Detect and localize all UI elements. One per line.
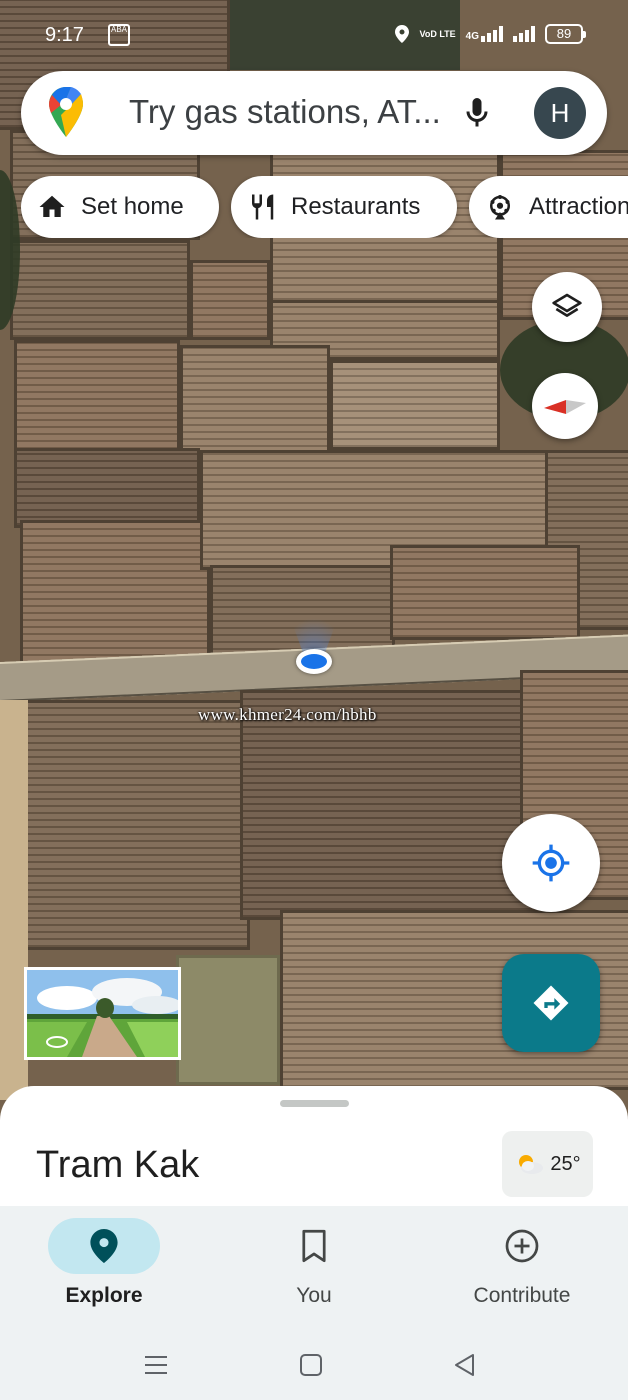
explore-pin-icon	[90, 1229, 118, 1263]
volte-icon: VoD LTE	[419, 28, 456, 39]
chip-label: Restaurants	[291, 193, 421, 220]
sheet-drag-handle[interactable]	[280, 1100, 349, 1107]
category-chips: Set home Restaurants Attractions	[21, 176, 628, 238]
map-field	[20, 700, 250, 950]
layers-button[interactable]	[532, 272, 602, 342]
watermark-text: www.khmer24.com/hbhb	[198, 705, 377, 724]
nav-you[interactable]: You	[224, 1218, 404, 1318]
chip-label: Set home	[81, 193, 184, 220]
status-time: 9:17	[45, 24, 84, 46]
status-bar: 9:17 ABA VoD LTE 4G 89	[0, 0, 628, 70]
chip-restaurants[interactable]: Restaurants	[231, 176, 457, 238]
directions-button[interactable]	[502, 954, 600, 1052]
battery-icon: 89	[545, 24, 586, 44]
microphone-icon[interactable]	[459, 93, 495, 133]
recent-apps-icon[interactable]	[141, 1350, 171, 1380]
place-title: Tram Kak	[36, 1144, 200, 1186]
bookmark-icon	[302, 1229, 326, 1263]
my-location-button[interactable]	[502, 814, 600, 912]
bottom-sheet[interactable]: Tram Kak 25°	[0, 1086, 628, 1216]
nav-explore[interactable]: Explore	[14, 1218, 194, 1318]
google-maps-logo-icon	[49, 87, 83, 137]
map-field	[190, 260, 270, 340]
chip-set-home[interactable]: Set home	[21, 176, 219, 238]
status-icons: VoD LTE 4G 89	[395, 24, 586, 44]
nav-explore-pill	[48, 1218, 160, 1274]
system-navigation-bar	[0, 1328, 628, 1400]
search-bar[interactable]: Try gas stations, AT... H	[21, 71, 607, 155]
street-view-image	[27, 970, 178, 1057]
nav-label: You	[296, 1284, 332, 1307]
temperature: 25°	[550, 1152, 581, 1175]
my-location-icon	[532, 844, 570, 882]
chip-attractions[interactable]: Attractions	[469, 176, 628, 238]
map-field	[390, 545, 580, 640]
street-view-thumbnail[interactable]	[24, 967, 181, 1060]
map-field	[14, 340, 180, 452]
compass-icon	[544, 400, 586, 414]
location-status-icon	[395, 25, 410, 43]
map-field	[10, 240, 190, 340]
weather-chip[interactable]: 25°	[502, 1131, 593, 1197]
nav-you-pill	[258, 1218, 370, 1274]
home-button-icon[interactable]	[296, 1350, 326, 1380]
app-notification-icon: ABA	[108, 24, 130, 46]
nav-contribute-pill	[466, 1218, 578, 1274]
partly-cloudy-icon	[519, 1155, 544, 1174]
directions-icon	[533, 985, 569, 1021]
add-circle-icon	[505, 1229, 539, 1263]
restaurant-icon	[251, 194, 274, 220]
home-icon	[39, 195, 65, 217]
layers-icon	[552, 293, 582, 317]
satellite-map[interactable]: www.khmer24.com/hbhb	[0, 0, 628, 1120]
back-icon[interactable]	[450, 1350, 480, 1380]
signal-bars-icon	[513, 26, 535, 42]
signal-icon: 4G	[466, 26, 503, 42]
network-type: 4G	[465, 31, 479, 42]
nav-label: Explore	[65, 1284, 143, 1307]
map-field	[14, 448, 200, 528]
search-input[interactable]: Try gas stations, AT...	[129, 93, 441, 131]
nav-label: Contribute	[473, 1284, 571, 1307]
nav-contribute[interactable]: Contribute	[432, 1218, 612, 1318]
chip-label: Attractions	[529, 193, 628, 220]
attractions-icon	[490, 195, 510, 220]
map-field	[180, 345, 330, 457]
current-location-dot	[296, 649, 332, 674]
account-avatar[interactable]: H	[534, 87, 586, 139]
compass-button[interactable]	[532, 373, 598, 439]
map-field	[330, 360, 500, 450]
map-pond	[176, 955, 280, 1085]
bottom-navigation: Explore You Contribute	[0, 1206, 628, 1328]
